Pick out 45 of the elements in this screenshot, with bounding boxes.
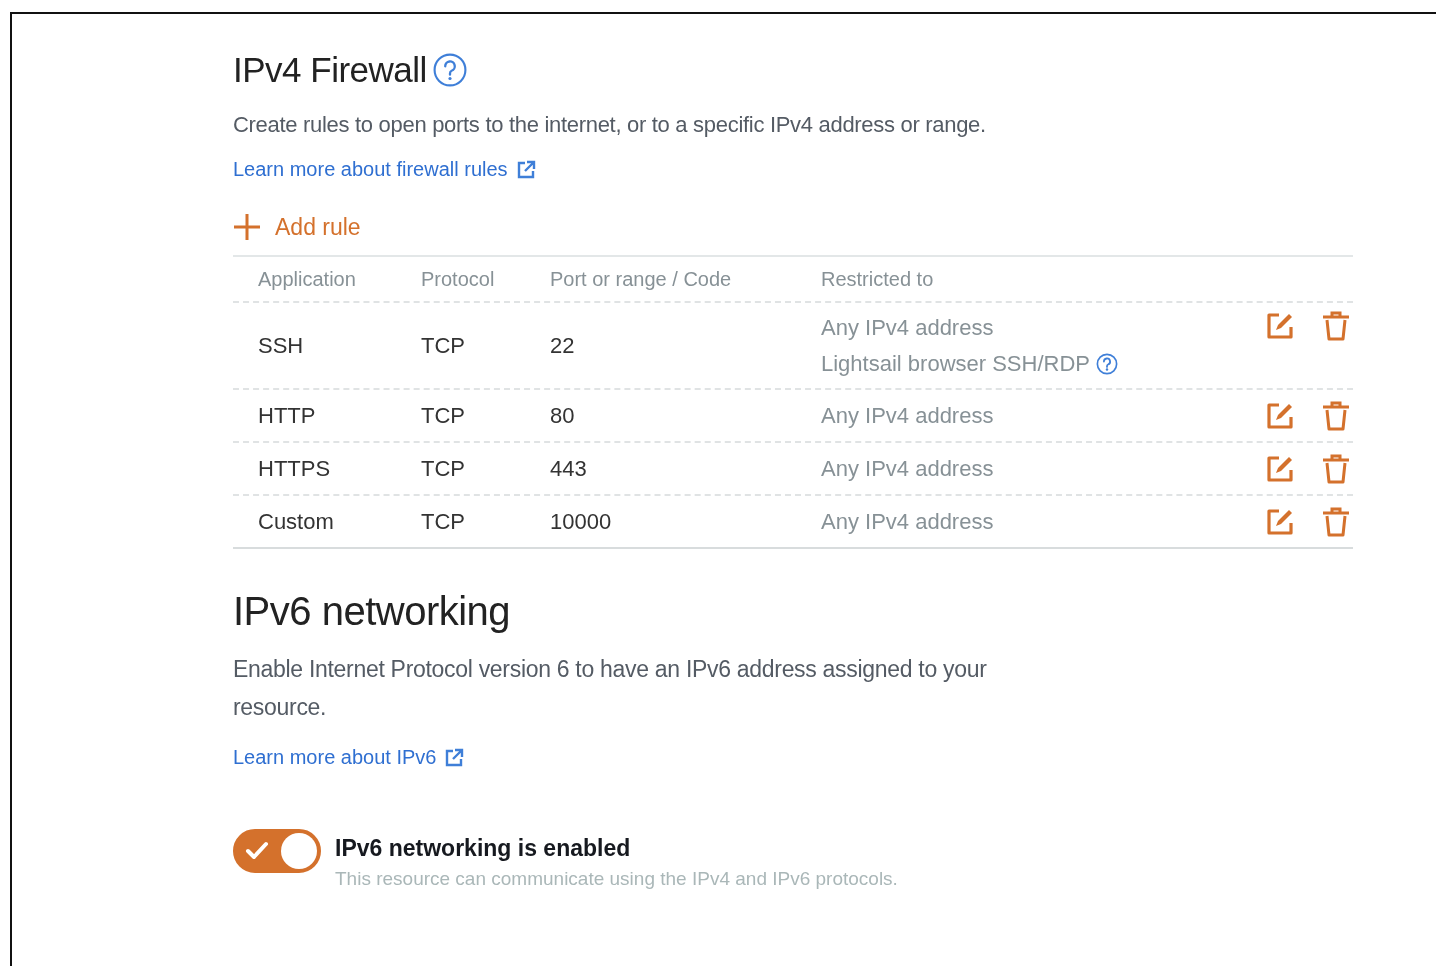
column-header: Application: [257, 267, 357, 291]
delete-icon[interactable]: [1321, 400, 1351, 431]
add-rule-button[interactable]: Add rule: [233, 213, 361, 241]
edit-icon[interactable]: [1265, 453, 1295, 484]
table-cell-text: HTTPS: [257, 455, 332, 482]
table-cell-text: 10000: [550, 508, 613, 535]
table-cell-text: SSH: [257, 332, 305, 359]
table-cell: Any IPv4 address: [821, 455, 994, 482]
ipv6-link[interactable]: Learn more about IPv6: [233, 746, 437, 769]
table-cell: Any IPv4 address: [821, 508, 994, 535]
edit-icon[interactable]: [1265, 506, 1295, 537]
edit-icon[interactable]: [1265, 400, 1295, 431]
table-cell-text: TCP: [421, 402, 466, 429]
edit-icon[interactable]: [1265, 311, 1295, 341]
column-header: Restricted to: [821, 267, 935, 291]
delete-icon[interactable]: [1321, 506, 1351, 537]
delete-icon[interactable]: [1321, 311, 1351, 341]
table-cell-text: TCP: [421, 508, 466, 535]
help-icon[interactable]: [1096, 352, 1118, 375]
table-cell: Any IPv4 address: [821, 314, 994, 341]
table-cell-text: HTTP: [257, 402, 317, 429]
table-cell: Any IPv4 address: [821, 402, 994, 429]
toggle-label: IPv6 networking is enabled: [335, 835, 632, 862]
column-header: Port or range / Code: [550, 267, 733, 291]
table-cell: Lightsail browser SSH/RDP: [821, 350, 1090, 377]
external-link-icon: [444, 747, 465, 768]
table-cell-text: 22: [550, 332, 576, 359]
help-icon[interactable]: [432, 53, 467, 87]
section-title: IPv4 Firewall: [233, 50, 427, 90]
table-cell-text: 443: [550, 455, 588, 482]
section-description: Enable Internet Protocol version 6 to have an IPv6 address assigned to your resource.: [233, 655, 988, 722]
section-title: IPv6 networking: [233, 589, 512, 634]
toggle-switch[interactable]: [233, 829, 321, 873]
check-icon: [245, 841, 269, 861]
section-description: Create rules to open ports to the internet, or to a specific IPv4 address or range.: [233, 112, 987, 138]
table-cell-text: TCP: [421, 455, 466, 482]
table-cell-text: TCP: [421, 332, 466, 359]
toggle-hint: This resource can communicate using the IPv4 and IPv6 protocols.: [335, 868, 898, 890]
external-link-icon: [515, 159, 536, 180]
firewall-rules-link[interactable]: Learn more about firewall rules: [233, 158, 508, 181]
plus-icon: [233, 213, 261, 241]
column-header: Protocol: [421, 267, 496, 291]
table-cell-text: Custom: [257, 508, 335, 535]
delete-icon[interactable]: [1321, 453, 1351, 484]
table-cell-text: 80: [550, 402, 576, 429]
